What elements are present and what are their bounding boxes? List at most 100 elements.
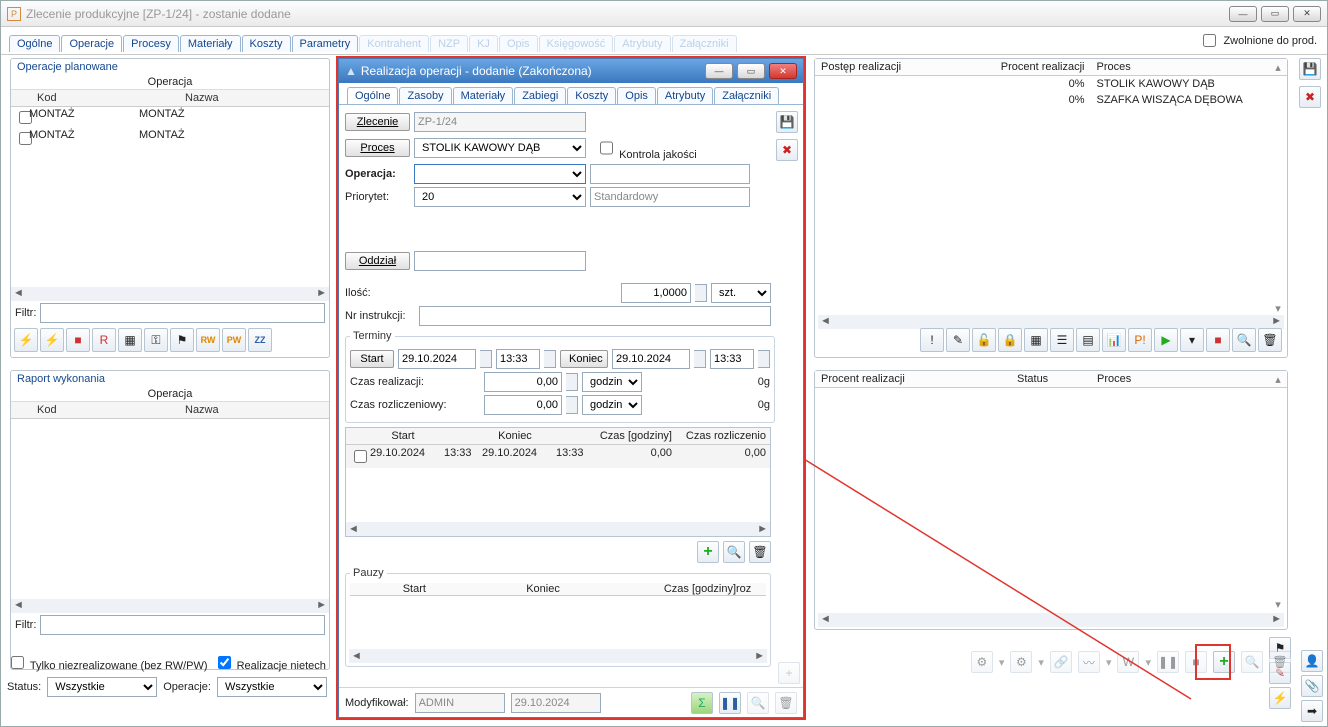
sigma-icon[interactable]: Σ <box>691 692 713 714</box>
start-button[interactable]: Start <box>350 350 394 368</box>
tab-materiały[interactable]: Materiały <box>180 35 241 52</box>
operacja-name-input[interactable] <box>590 164 750 184</box>
status-select[interactable]: Wszystkie <box>47 677 157 697</box>
col-postep[interactable]: Postęp realizacji <box>815 59 971 75</box>
note-icon[interactable]: ✎ <box>946 328 970 352</box>
stop-icon[interactable]: ■ <box>1206 328 1230 352</box>
tab-opis[interactable]: Opis <box>499 35 538 52</box>
grid-icon[interactable]: ▦ <box>118 328 142 352</box>
czas-rozl-input[interactable] <box>484 395 562 415</box>
dialog-tab-zabiegi[interactable]: Zabiegi <box>514 87 566 104</box>
p-icon[interactable]: P! <box>1128 328 1152 352</box>
ilosc-unit-select[interactable]: szt. <box>711 283 771 303</box>
dialog-save-icon[interactable]: 💾 <box>776 111 798 133</box>
maximize-button[interactable]: ▭ <box>1261 6 1289 22</box>
col-proces[interactable]: Proces <box>1091 59 1288 75</box>
planned-row[interactable]: MONTAŻMONTAŻ <box>11 128 329 149</box>
tab-procesy[interactable]: Procesy <box>123 35 179 52</box>
flash-green-icon[interactable]: ⚡ <box>40 328 64 352</box>
planned-grid[interactable]: MONTAŻMONTAŻMONTAŻMONTAŻ <box>11 107 329 287</box>
czas-rozl-unit[interactable]: godzin <box>582 395 642 415</box>
tab-kj[interactable]: KJ <box>469 35 498 52</box>
chart-icon[interactable]: 📊 <box>1102 328 1126 352</box>
lock-icon[interactable]: 🔒 <box>998 328 1022 352</box>
close-button[interactable]: ✕ <box>1293 6 1321 22</box>
flash-icon[interactable]: ⚡ <box>14 328 38 352</box>
interval-trash-icon[interactable]: 🗑 <box>749 541 771 563</box>
tab-załączniki[interactable]: Załączniki <box>672 35 737 52</box>
progress-row[interactable]: 0%STOLIK KAWOWY DĄB <box>815 76 1287 92</box>
foot-pause-icon[interactable]: ❚❚ <box>719 692 741 714</box>
lock-open-icon[interactable]: 🔓 <box>972 328 996 352</box>
zlecenie-button[interactable]: Zlecenie <box>345 113 410 131</box>
released-checkbox[interactable]: Zwolnione do prod. <box>1199 31 1317 50</box>
dialog-maximize-button[interactable]: ▭ <box>737 63 765 79</box>
delete-icon[interactable]: ✖ <box>1299 86 1321 108</box>
gantt-icon[interactable]: ▤ <box>1076 328 1100 352</box>
tab-kontrahent[interactable]: Kontrahent <box>359 35 429 52</box>
minimize-button[interactable]: — <box>1229 6 1257 22</box>
add-realization-button[interactable]: + <box>1213 651 1235 673</box>
nrinstr-input[interactable] <box>419 306 771 326</box>
operations-select[interactable]: Wszystkie <box>217 677 327 697</box>
koniec-button[interactable]: Koniec <box>560 350 608 368</box>
raport-grid[interactable] <box>11 419 329 599</box>
progress-row[interactable]: 0%SZAFKA WISZĄCA DĘBOWA <box>815 92 1287 108</box>
dialog-minimize-button[interactable]: — <box>705 63 733 79</box>
col-kod[interactable]: Kod <box>33 90 181 106</box>
interval-search-icon[interactable]: 🔍 <box>723 541 745 563</box>
key-icon[interactable]: ⚿ <box>144 328 168 352</box>
tab-parametry[interactable]: Parametry <box>292 35 359 52</box>
alert-icon[interactable]: ! <box>920 328 944 352</box>
raport-filter-input[interactable] <box>40 615 325 635</box>
oddzial-input[interactable] <box>414 251 586 271</box>
list-icon[interactable]: ☰ <box>1050 328 1074 352</box>
table-icon[interactable]: ▦ <box>1024 328 1048 352</box>
dialog-cancel-icon[interactable]: ✖ <box>776 139 798 161</box>
RW-icon[interactable]: RW <box>196 328 220 352</box>
planned-row[interactable]: MONTAŻMONTAŻ <box>11 107 329 128</box>
flag-icon[interactable]: ⚑ <box>170 328 194 352</box>
dialog-tab-opis[interactable]: Opis <box>617 87 656 104</box>
PW-icon[interactable]: PW <box>222 328 246 352</box>
col-procent[interactable]: Procent realizacji <box>971 59 1091 75</box>
tab-operacje[interactable]: Operacje <box>61 35 122 52</box>
dialog-tab-ogólne[interactable]: Ogólne <box>347 87 398 104</box>
tab-nzp[interactable]: NZP <box>430 35 468 52</box>
menu-down-icon[interactable]: ▾ <box>1180 328 1204 352</box>
oddzial-button[interactable]: Oddział <box>345 252 410 270</box>
R-red-icon[interactable]: R <box>92 328 116 352</box>
czas-real-input[interactable] <box>484 372 562 392</box>
koniec-time-input[interactable] <box>710 349 754 369</box>
dialog-tab-atrybuty[interactable]: Atrybuty <box>657 87 713 104</box>
col-nazwa[interactable]: Nazwa <box>181 90 329 106</box>
dialog-close-button[interactable]: ✕ <box>769 63 797 79</box>
czas-real-unit[interactable]: godzin <box>582 372 642 392</box>
ilosc-input[interactable] <box>621 283 691 303</box>
proces-button[interactable]: Proces <box>345 139 410 157</box>
priorytet-select[interactable]: 20 <box>414 187 586 207</box>
start-date-input[interactable] <box>398 349 476 369</box>
save-icon[interactable]: 💾 <box>1299 58 1321 80</box>
trash-icon[interactable]: 🗑 <box>1258 328 1282 352</box>
stop-icon[interactable]: ■ <box>66 328 90 352</box>
dialog-tab-zasoby[interactable]: Zasoby <box>399 87 451 104</box>
kontrola-checkbox[interactable]: Kontrola jakości <box>596 135 697 161</box>
real-nietech-checkbox[interactable]: Realizacje nietech <box>214 653 326 672</box>
tab-ogólne[interactable]: Ogólne <box>9 35 60 52</box>
interval-add-icon[interactable]: + <box>697 541 719 563</box>
dialog-tab-koszty[interactable]: Koszty <box>567 87 616 104</box>
dialog-tab-materiały[interactable]: Materiały <box>453 87 514 104</box>
export-icon[interactable]: ➡ <box>1301 700 1323 722</box>
dialog-tab-załączniki[interactable]: Załączniki <box>714 87 779 104</box>
koniec-date-input[interactable] <box>612 349 690 369</box>
search-icon[interactable]: 🔍 <box>1232 328 1256 352</box>
planned-filter-input[interactable] <box>40 303 325 323</box>
proces-select[interactable]: STOLIK KAWOWY DĄB <box>414 138 586 158</box>
attach-icon[interactable]: 📎 <box>1301 675 1323 697</box>
tab-atrybuty[interactable]: Atrybuty <box>614 35 670 52</box>
only-unrealized-checkbox[interactable]: Tylko niezrealizowane (bez RW/PW) <box>7 653 208 672</box>
tab-koszty[interactable]: Koszty <box>242 35 291 52</box>
interval-grid[interactable]: Start Koniec Czas [godziny] Czas rozlicz… <box>345 427 771 537</box>
tab-księgowość[interactable]: Księgowość <box>539 35 614 52</box>
